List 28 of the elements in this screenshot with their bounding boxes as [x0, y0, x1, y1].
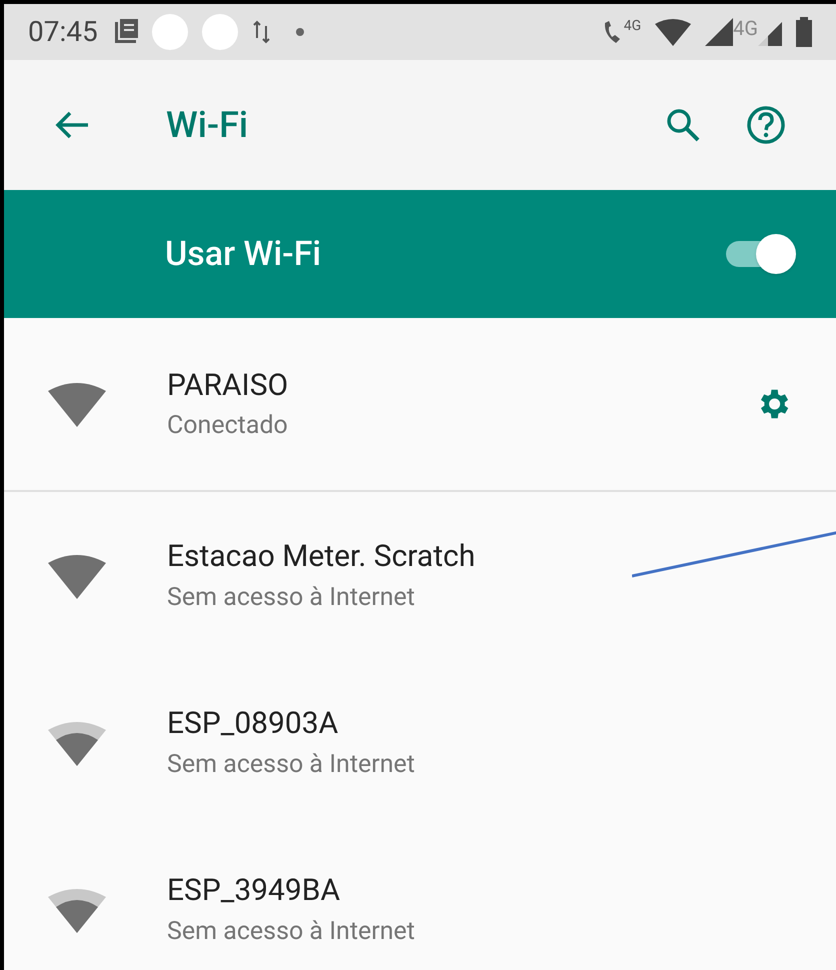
help-icon[interactable]: [746, 105, 786, 145]
network-name: Estacao Meter. Scratch: [167, 538, 476, 576]
switch-label: Usar Wi-Fi: [165, 232, 322, 276]
circle-icon: [202, 14, 238, 50]
dot-icon: [296, 28, 304, 36]
search-icon[interactable]: [666, 108, 700, 142]
cell-signal-icon: [705, 18, 734, 46]
network-status: Sem acesso à Internet: [167, 916, 415, 947]
data-transfer-icon: [252, 20, 272, 44]
network-type-label: 4G: [624, 19, 642, 33]
network-row[interactable]: ESP_08903A Sem acesso à Internet: [4, 659, 836, 826]
network-status: Conectado: [167, 410, 288, 442]
master-switch-bar[interactable]: Usar Wi-Fi: [4, 190, 836, 318]
battery-icon: [796, 17, 812, 47]
screen-title: Wi-Fi: [166, 103, 248, 148]
network-name: ESP_3949BA: [167, 872, 342, 910]
network-status: Sem acesso à Internet: [167, 748, 415, 780]
network-status: Sem acesso à Internet: [167, 582, 416, 613]
network-type-label: 4G: [733, 18, 758, 38]
circle-icon: [152, 14, 188, 50]
network-row[interactable]: ESP_3949BA Sem acesso à Internet: [4, 826, 836, 970]
network-name: PARAISO: [167, 366, 288, 404]
network-name: ESP_08903A: [167, 705, 340, 743]
cell-signal-icon: [758, 22, 782, 46]
back-arrow-icon[interactable]: [54, 110, 90, 140]
network-row[interactable]: Estacao Meter. Scratch Sem acesso à Internet: [4, 492, 836, 659]
clock: 07:45: [28, 14, 98, 50]
wifi-signal-icon: [655, 18, 692, 46]
